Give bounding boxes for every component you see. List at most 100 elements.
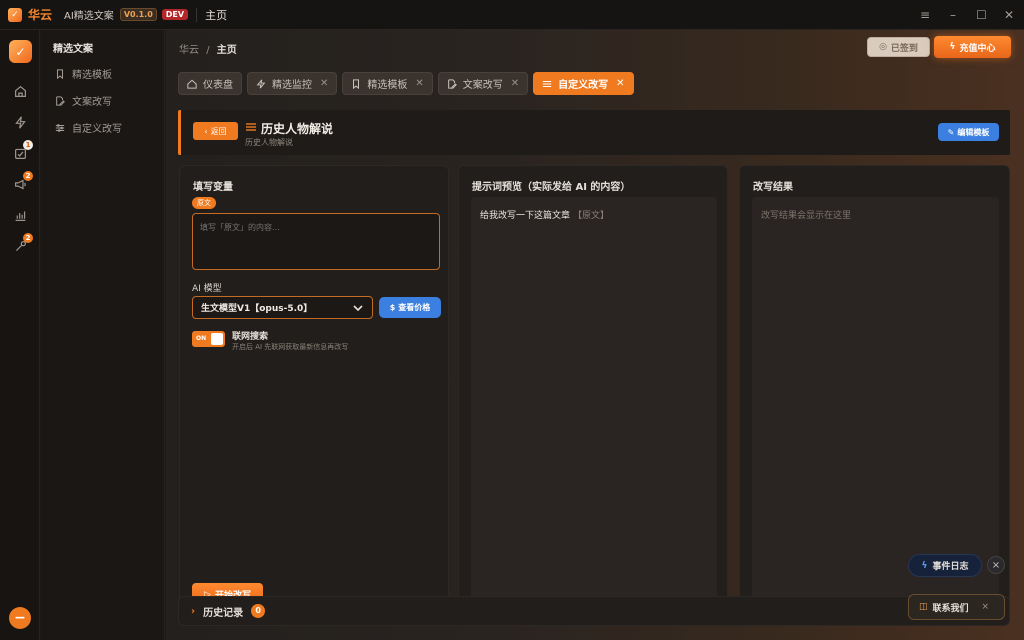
close-icon[interactable]: ✕: [1004, 8, 1014, 22]
maximize-icon[interactable]: ☐: [976, 8, 987, 22]
model-value: 生文模型V1【opus-5.0】: [201, 304, 313, 314]
toggle-knob: [211, 333, 223, 345]
pencil-icon: ✎: [947, 127, 955, 137]
sidebar-item-label: 自定义改写: [72, 124, 122, 135]
bookmark-icon: [353, 78, 360, 89]
variable-tag: 原文: [192, 197, 216, 209]
result-box: 改写结果会显示在这里: [752, 197, 999, 606]
edit-template-label: 编辑模板: [957, 127, 990, 137]
contact-us-button[interactable]: ◫ 联系我们 ×: [908, 594, 1005, 620]
prompt-preview-box: 给我改写一下这篇文章 【原文】: [471, 197, 717, 606]
toggle-state: ON: [196, 335, 207, 342]
contact-us-label: 联系我们: [932, 603, 969, 614]
prompt-preview-panel: 提示词预览（实际发给 AI 的内容） 给我改写一下这篇文章 【原文】: [458, 165, 728, 617]
env-badge: DEV: [161, 9, 189, 20]
app-logo-icon: ✓: [8, 7, 22, 22]
tab-label: 自定义改写: [558, 80, 609, 91]
history-bar[interactable]: › 历史记录 0: [178, 596, 1010, 626]
event-log-close-button[interactable]: ×: [987, 556, 1005, 574]
variables-title: 填写变量: [193, 182, 233, 193]
lightning-icon: ϟ: [921, 560, 928, 571]
prompt-preview-title: 提示词预览（实际发给 AI 的内容）: [472, 182, 631, 193]
tools-icon[interactable]: 2: [12, 233, 33, 254]
breadcrumb-root[interactable]: 华云: [179, 45, 199, 56]
sliders-icon: [245, 121, 257, 136]
tab-custom-rewrite[interactable]: 自定义改写 ✕: [533, 72, 634, 95]
back-label: 返回: [210, 126, 227, 136]
tab-monitor[interactable]: 精选监控 ✕: [247, 72, 338, 95]
history-count: 0: [251, 604, 266, 618]
sidebar-item-custom[interactable]: 自定义改写: [55, 120, 122, 135]
window-controls: ≡ – ☐ ✕: [920, 0, 1014, 30]
menu-icon[interactable]: ≡: [920, 8, 930, 22]
breadcrumb: 华云 / 主页: [179, 41, 237, 56]
bookmark-icon: [57, 68, 63, 79]
tab-dashboard[interactable]: 仪表盘: [178, 72, 242, 95]
chat-icon: ◫: [919, 602, 928, 612]
recharge-button[interactable]: ϟ 充值中心: [934, 36, 1011, 58]
tab-close-icon[interactable]: ✕: [511, 78, 519, 89]
event-log-button[interactable]: ϟ 事件日志: [908, 554, 982, 577]
main-area: 华云 / 主页 ◎ 已签到 ϟ 充值中心 仪表盘 精选监控 ✕ 精选模板 ✕ 文…: [166, 30, 1024, 640]
lightning-icon: ϟ: [949, 42, 956, 52]
template-header: ‹ 返回 历史人物解说 历史人物解说 ✎ 编辑模板: [178, 110, 1010, 155]
edit-doc-icon: [447, 78, 457, 89]
chart-icon[interactable]: [12, 207, 28, 223]
template-subtitle: 历史人物解说: [245, 138, 293, 147]
product-name: AI精选文案: [64, 11, 114, 22]
original-text-input[interactable]: [192, 213, 440, 270]
tab-close-icon[interactable]: ✕: [320, 78, 328, 89]
tools-badge: 2: [23, 233, 33, 243]
lightning-icon[interactable]: [12, 114, 28, 130]
dollar-icon: $: [389, 303, 396, 312]
edit-doc-icon: [56, 95, 65, 106]
tab-close-icon[interactable]: ✕: [415, 78, 423, 89]
signed-in-button[interactable]: ◎ 已签到: [867, 37, 930, 57]
sidebar: 精选文案 精选模板 文案改写 自定义改写: [41, 30, 165, 640]
title-page: 主页: [205, 8, 228, 22]
brand-name: 华云: [28, 8, 53, 22]
rail-logo-icon[interactable]: ✓: [9, 40, 32, 63]
event-log-label: 事件日志: [932, 562, 969, 572]
recharge-label: 充值中心: [959, 43, 996, 54]
web-search-toggle[interactable]: ON: [192, 331, 225, 347]
model-select[interactable]: 生文模型V1【opus-5.0】: [192, 296, 373, 319]
sliders-icon: [543, 80, 552, 87]
sidebar-item-label: 文案改写: [72, 97, 112, 108]
edit-template-button[interactable]: ✎ 编辑模板: [938, 123, 999, 141]
web-search-desc: 开启后 AI 先联网获取最新信息再改写: [232, 343, 349, 351]
tasks-icon[interactable]: 1: [12, 140, 33, 161]
variables-panel: 填写变量 原文 AI 模型 生文模型V1【opus-5.0】 $ 查看价格 ON…: [179, 165, 449, 617]
result-panel: 改写结果 改写结果会显示在这里: [739, 165, 1010, 617]
tab-close-icon[interactable]: ✕: [616, 78, 624, 89]
sidebar-item-templates[interactable]: 精选模板: [55, 66, 112, 81]
check-circle-icon: ◎: [879, 42, 887, 52]
chevron-down-icon: [353, 305, 363, 312]
prompt-text: 给我改写一下这篇文章: [480, 211, 571, 221]
tab-templates[interactable]: 精选模板 ✕: [342, 72, 433, 95]
lightning-icon: [256, 79, 266, 88]
sidebar-item-rewrite[interactable]: 文案改写: [55, 93, 112, 108]
collapse-button[interactable]: −: [9, 607, 31, 629]
sidebar-title: 精选文案: [53, 44, 93, 55]
model-label: AI 模型: [192, 284, 222, 294]
title-bar: ✓ 华云 AI精选文案 V0.1.0 DEV 主页 ≡ – ☐ ✕: [0, 0, 1024, 30]
template-title: 历史人物解说: [261, 122, 334, 136]
signed-in-label: 已签到: [890, 43, 918, 54]
tab-label: 精选监控: [272, 80, 312, 91]
back-button[interactable]: ‹ 返回: [193, 122, 238, 140]
sliders-icon: [55, 123, 65, 132]
history-label: 历史记录: [203, 607, 244, 619]
sidebar-item-label: 精选模板: [72, 70, 112, 81]
home-icon[interactable]: [12, 83, 28, 99]
megaphone-icon[interactable]: 2: [12, 171, 33, 192]
chevron-right-icon: ›: [191, 605, 196, 617]
view-price-button[interactable]: $ 查看价格: [379, 297, 441, 318]
home-icon: [187, 79, 197, 89]
tab-label: 精选模板: [367, 80, 408, 91]
minimize-icon[interactable]: –: [948, 8, 958, 22]
tab-rewrite[interactable]: 文案改写 ✕: [437, 72, 529, 95]
contact-close-icon[interactable]: ×: [982, 602, 990, 612]
announce-badge: 2: [23, 171, 33, 181]
result-title: 改写结果: [753, 182, 793, 193]
